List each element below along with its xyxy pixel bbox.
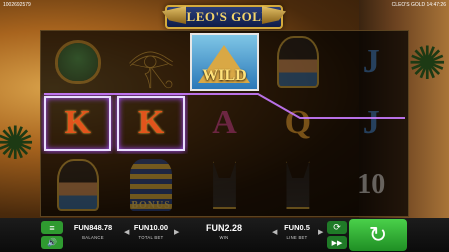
bonus-label: BONUS <box>131 200 171 211</box>
spin-button[interactable]: ↻ <box>349 219 407 251</box>
win-label: WIN <box>219 235 229 240</box>
balance-value: FUN848.78 <box>73 223 113 232</box>
j-symbol: J <box>362 42 380 80</box>
win-value: FUN2.28 <box>205 223 242 233</box>
reel-cell-eye: 𓂀 <box>114 31 187 93</box>
win-highlight <box>44 95 112 152</box>
reel-cell-j: J <box>335 31 408 93</box>
eye-of-horus-icon: 𓂀 <box>127 46 175 89</box>
wild-label: WILD <box>202 66 247 84</box>
balance-label: BALANCE <box>82 235 104 240</box>
reel-area: 𓂀 WILD J K K A Q J BONUS 10 <box>40 30 409 217</box>
spin-icon: ↻ <box>368 222 388 247</box>
total-bet-label: TOTAL BET <box>138 235 164 240</box>
wild-symbol: WILD <box>189 33 260 91</box>
j-symbol: J <box>362 104 380 142</box>
ten-symbol: 10 <box>357 169 386 201</box>
palm-tree-right: ✺ <box>408 37 447 89</box>
reel-cell-q: Q <box>261 93 334 155</box>
total-bet-increase-icon[interactable]: ▶ <box>174 228 179 236</box>
balance-display: FUN848.78 BALANCE <box>68 222 118 250</box>
reel-cell-anubis <box>261 154 334 216</box>
palm-tree-left: ✺ <box>0 117 35 169</box>
reel-cell-k: K <box>41 93 114 155</box>
game-clock: CLEO'S GOLD 14:47:26 <box>391 2 446 8</box>
game-id: 1002692579 <box>3 2 31 8</box>
speaker-icon: 🔊 <box>47 238 57 247</box>
total-bet-value: FUN10.00 <box>133 223 169 232</box>
line-bet-decrease-icon[interactable]: ◀ <box>272 228 277 236</box>
autoplay-icon: ⟳ <box>333 222 341 232</box>
line-bet-display[interactable]: FUN0.5 LINE BET <box>278 222 316 250</box>
line-bet-value: FUN0.5 <box>284 223 310 232</box>
reel-cell-cleopatra <box>41 154 114 216</box>
a-symbol: A <box>212 104 237 142</box>
anubis-icon <box>213 161 236 210</box>
cleopatra-icon <box>276 35 319 88</box>
reel-cell-k: K <box>114 93 187 155</box>
total-bet-decrease-icon[interactable]: ◀ <box>124 228 129 236</box>
menu-button[interactable]: ≡ <box>41 221 63 234</box>
reel-cell-j: J <box>335 93 408 155</box>
cleopatra-icon <box>56 159 99 212</box>
turbo-button[interactable]: ▶▶ <box>327 236 347 249</box>
anubis-icon <box>286 161 310 210</box>
fast-forward-icon: ▶▶ <box>331 239 343 247</box>
control-bar: ≡ 🔊 FUN848.78 BALANCE ◀ FUN10.00 TOTAL B… <box>0 218 449 252</box>
game-logo: CLEO'S GOLD <box>160 2 288 32</box>
q-symbol: Q <box>284 104 312 142</box>
hamburger-icon: ≡ <box>49 222 55 233</box>
reel-cell-wild: WILD <box>188 31 261 93</box>
win-display: FUN2.28 WIN <box>198 222 250 250</box>
reel-cell-bonus: BONUS <box>114 154 187 216</box>
reel-cell-a: A <box>188 93 261 155</box>
reel-cell-anubis <box>188 154 261 216</box>
line-bet-label: LINE BET <box>286 235 308 240</box>
total-bet-display[interactable]: FUN10.00 TOTAL BET <box>130 222 172 250</box>
scarab-icon <box>57 42 98 81</box>
reel-cell-scarab <box>41 31 114 93</box>
win-highlight <box>117 95 185 152</box>
autoplay-button[interactable]: ⟳ <box>327 221 347 234</box>
reel-cell-cleopatra <box>261 31 334 93</box>
sound-button[interactable]: 🔊 <box>41 236 63 249</box>
reel-cell-10: 10 <box>335 154 408 216</box>
line-bet-increase-icon[interactable]: ▶ <box>318 228 323 236</box>
